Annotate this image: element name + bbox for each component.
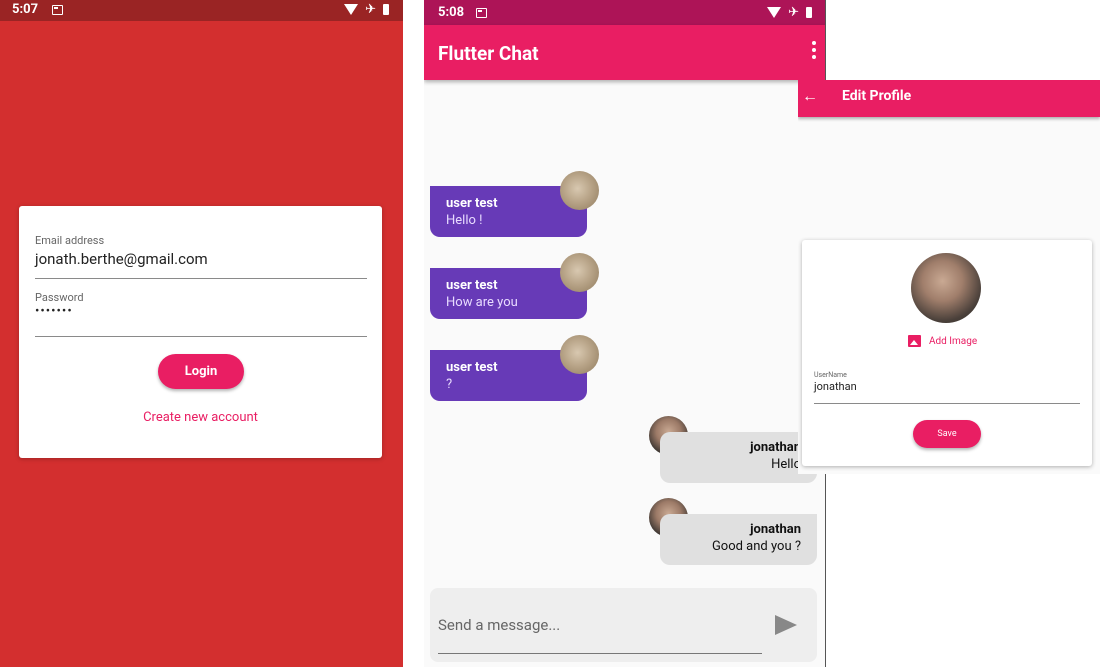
username-value[interactable]: jonathan	[814, 380, 1080, 393]
message-bubble: jonathan Good and you ?	[660, 514, 817, 565]
input-underline	[438, 653, 762, 654]
message-outgoing: jonathan Hello	[660, 432, 817, 483]
edit-profile-screen: ← Edit Profile Add Image UserName jonath…	[798, 80, 1100, 474]
password-label: Password	[35, 291, 84, 304]
airplane-icon: ✈	[788, 5, 799, 20]
status-time: 5:08	[438, 5, 465, 20]
back-arrow-icon[interactable]: ←	[802, 86, 818, 106]
app-bar: Flutter Chat	[424, 25, 825, 80]
message-input[interactable]: Send a message...	[438, 616, 560, 634]
email-value[interactable]: jonath.berthe@gmail.com	[35, 250, 367, 268]
message-text: Good and you ?	[711, 539, 801, 554]
more-options-icon[interactable]	[812, 41, 816, 59]
avatar	[560, 171, 599, 210]
password-field[interactable]: Password •••••••	[35, 291, 367, 337]
email-field[interactable]: Email address jonath.berthe@gmail.com	[35, 234, 367, 279]
status-time: 5:07	[12, 2, 39, 17]
add-image-button[interactable]: Add Image	[908, 335, 977, 347]
image-icon	[908, 335, 921, 347]
message-sender: user test	[446, 360, 498, 375]
message-composer: Send a message...	[430, 588, 817, 662]
message-text: Hello !	[446, 213, 483, 228]
avatar	[560, 335, 599, 374]
username-label: UserName	[814, 371, 847, 379]
message-sender: jonathan	[750, 522, 801, 537]
app-bar: ← Edit Profile	[798, 80, 1100, 117]
battery-icon	[806, 7, 812, 18]
message-sender: user test	[446, 278, 498, 293]
battery-icon	[383, 4, 389, 15]
create-account-link[interactable]: Create new account	[19, 410, 382, 425]
chat-screen: 5:08 ✈ Flutter Chat user test Hello ! us…	[424, 0, 826, 667]
airplane-icon: ✈	[365, 2, 376, 17]
password-value[interactable]: •••••••	[35, 304, 367, 319]
notification-icon	[476, 8, 487, 18]
save-button[interactable]: Save	[913, 420, 981, 448]
wifi-icon	[767, 7, 782, 18]
message-bubble: jonathan Hello	[660, 432, 817, 483]
message-text: Hello	[771, 457, 801, 472]
app-title: Flutter Chat	[438, 42, 539, 65]
profile-card: Add Image UserName jonathan Save	[802, 240, 1092, 466]
status-bar: 5:07 ✈	[0, 0, 403, 21]
message-sender: user test	[446, 196, 498, 211]
avatar	[560, 253, 599, 292]
page-title: Edit Profile	[842, 88, 912, 104]
profile-avatar[interactable]	[911, 253, 981, 323]
login-screen: 5:07 ✈ Email address jonath.berthe@gmail…	[0, 0, 403, 667]
message-text: ?	[446, 377, 453, 392]
message-outgoing: jonathan Good and you ?	[660, 514, 817, 565]
send-icon[interactable]	[775, 615, 797, 635]
status-bar: 5:08 ✈	[424, 0, 825, 25]
message-sender: jonathan	[750, 440, 801, 455]
wifi-icon	[344, 4, 359, 15]
message-text: How are you	[446, 295, 518, 310]
username-field[interactable]: UserName jonathan	[814, 371, 1080, 404]
login-button[interactable]: Login	[158, 354, 244, 389]
login-card: Email address jonath.berthe@gmail.com Pa…	[19, 206, 382, 458]
add-image-label: Add Image	[929, 335, 978, 347]
email-label: Email address	[35, 234, 105, 247]
notification-icon	[52, 5, 63, 15]
